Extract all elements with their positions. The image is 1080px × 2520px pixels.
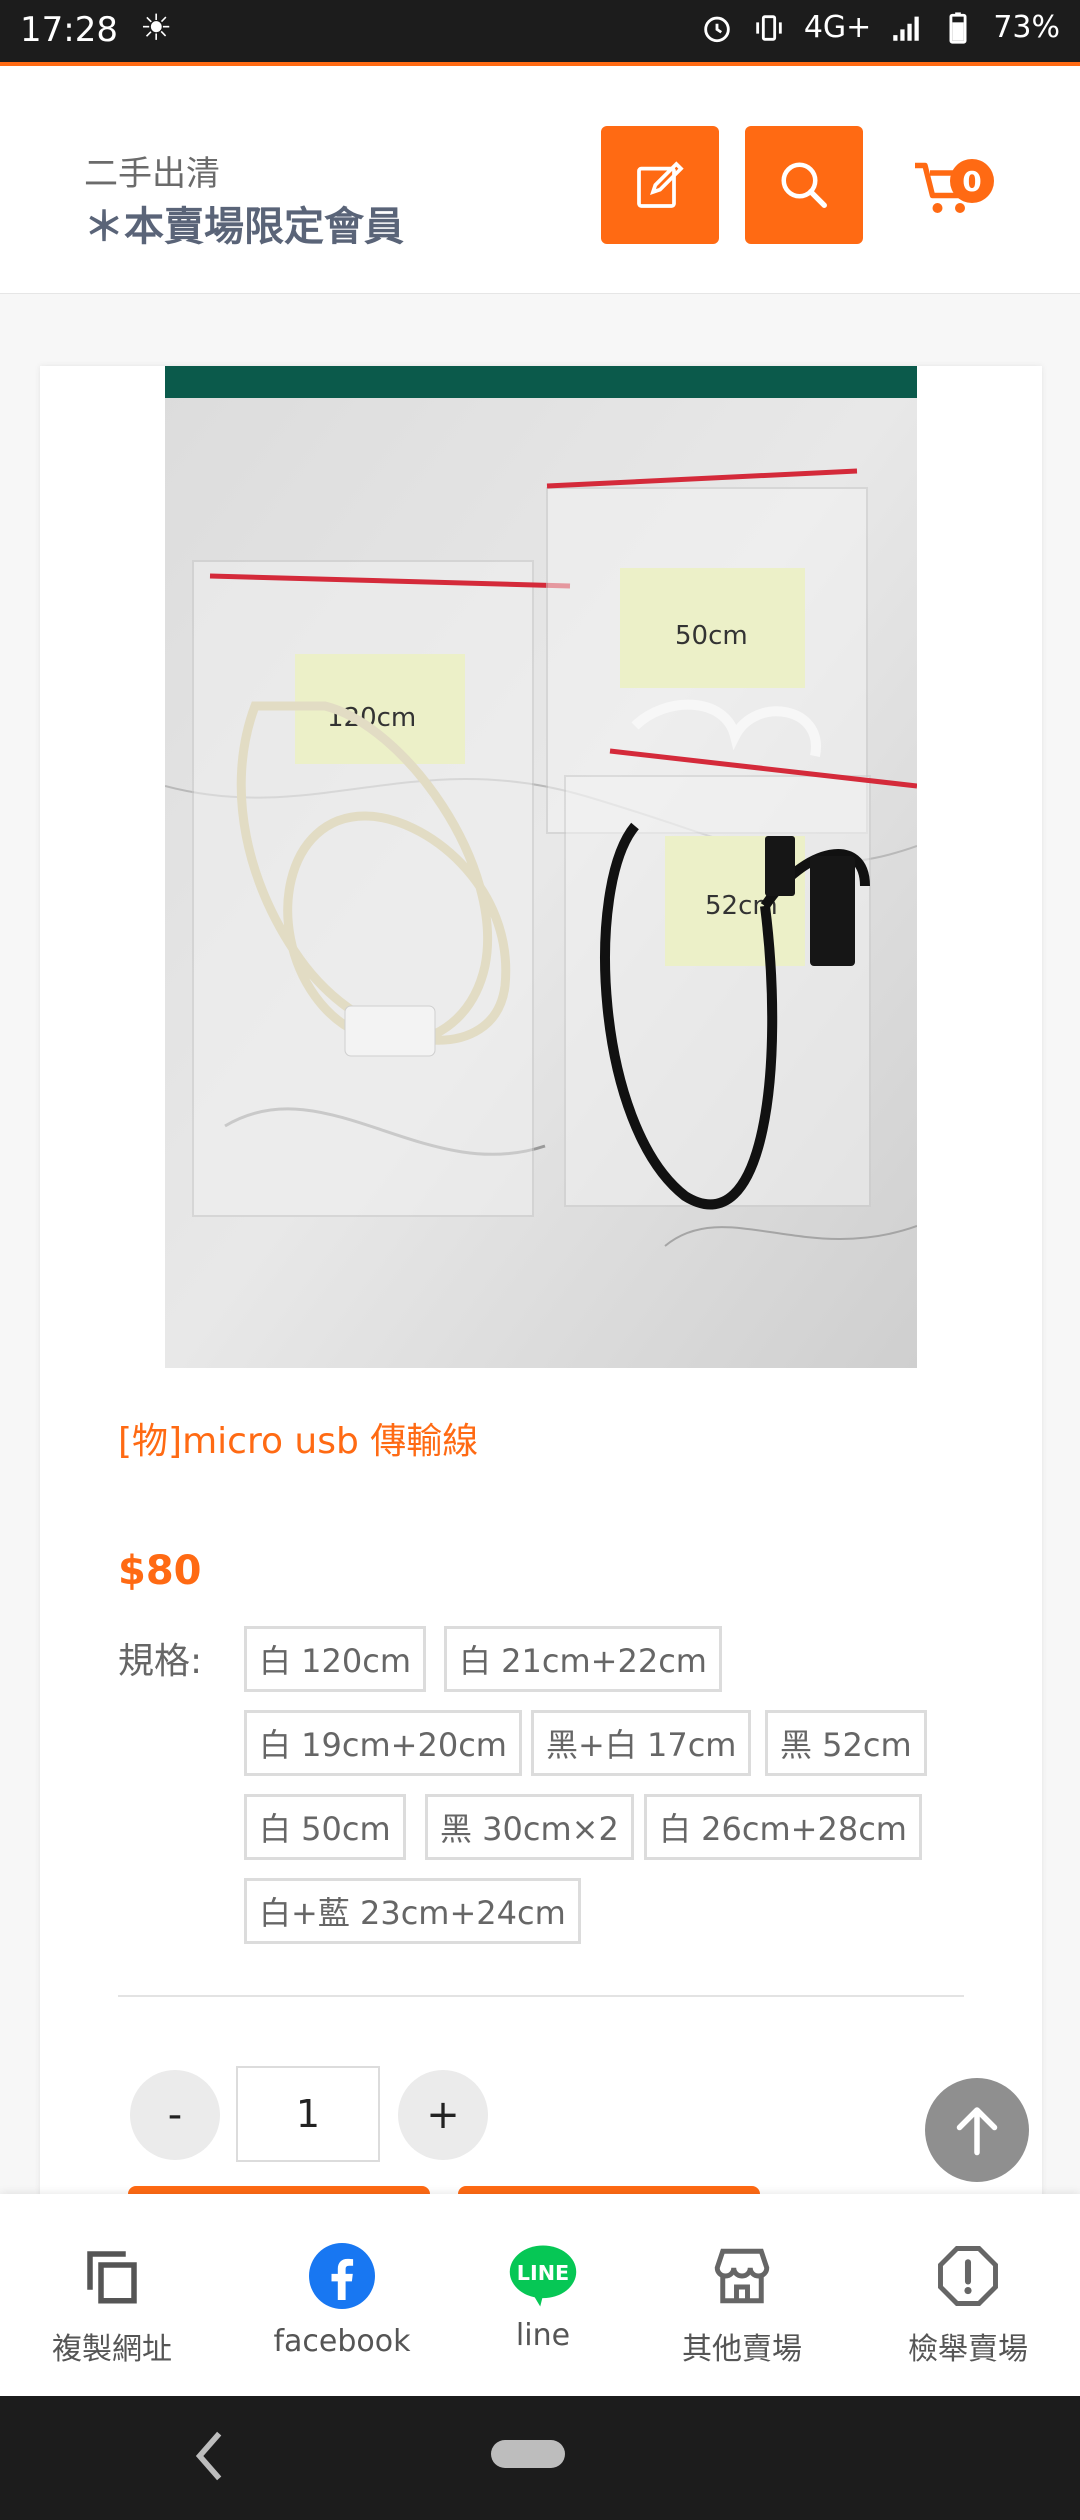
vibrate-icon bbox=[756, 14, 782, 41]
shop-subtitle: 二手出清 bbox=[84, 154, 220, 194]
battery-icon bbox=[949, 11, 967, 44]
line-icon: LINE bbox=[509, 2245, 577, 2307]
copy-icon bbox=[87, 2251, 137, 2304]
cart-count-badge: 0 bbox=[950, 159, 994, 203]
edit-button[interactable] bbox=[601, 126, 719, 244]
nav-line-label: line bbox=[515, 2318, 571, 2353]
nav-other-stores[interactable]: 其他賣場 bbox=[634, 2194, 850, 2396]
nav-copy-url[interactable]: 複製網址 bbox=[4, 2194, 220, 2396]
nav-line[interactable]: LINE line bbox=[435, 2194, 651, 2396]
quantity-minus-button[interactable]: - bbox=[130, 2070, 220, 2160]
spec-option[interactable]: 白 50cm bbox=[244, 1794, 406, 1860]
spec-option[interactable]: 黑 30cm×2 bbox=[425, 1794, 634, 1860]
facebook-icon bbox=[309, 2243, 375, 2309]
spec-option[interactable]: 黑 52cm bbox=[765, 1710, 927, 1776]
spec-option[interactable]: 白 19cm+20cm bbox=[244, 1710, 522, 1776]
signal-icon bbox=[893, 16, 920, 41]
photo-note-50cm: 50cm bbox=[675, 621, 748, 651]
spec-option[interactable]: 黑+白 17cm bbox=[531, 1710, 752, 1776]
product-title[interactable]: [物]micro usb 傳輸線 bbox=[118, 1412, 478, 1464]
scroll-to-top-button[interactable] bbox=[925, 2078, 1029, 2182]
product-photo[interactable]: 120cm 50cm 52cm bbox=[165, 366, 917, 1368]
divider bbox=[118, 1995, 964, 1997]
status-time: 17:28 bbox=[20, 10, 118, 50]
brightness-icon: ☀ bbox=[140, 8, 173, 49]
nav-facebook-label: facebook bbox=[273, 2324, 411, 2359]
product-price: $80 bbox=[118, 1548, 202, 1594]
arrow-up-icon bbox=[956, 2107, 998, 2156]
nav-report-store-label: 檢舉賣場 bbox=[908, 2332, 1028, 2367]
network-type: 4G+ bbox=[803, 10, 872, 45]
home-button[interactable] bbox=[491, 2440, 565, 2468]
shop-name: ＊本賣場限定會員 bbox=[84, 204, 404, 250]
store-icon bbox=[714, 2248, 770, 2304]
search-button[interactable] bbox=[745, 126, 863, 244]
status-bar: 17:28 ☀ 4G+ 73% bbox=[0, 0, 1080, 62]
nav-facebook[interactable]: facebook bbox=[234, 2194, 450, 2396]
back-icon[interactable] bbox=[190, 2428, 226, 2484]
quantity-plus-button[interactable]: + bbox=[398, 2070, 488, 2160]
spec-option[interactable]: 白 26cm+28cm bbox=[644, 1794, 922, 1860]
bottom-nav: 複製網址 facebook LINE line 其他賣場 檢舉賣場 bbox=[0, 2194, 1080, 2396]
report-icon bbox=[938, 2246, 998, 2306]
spec-option[interactable]: 白 120cm bbox=[244, 1626, 427, 1692]
nav-report-store[interactable]: 檢舉賣場 bbox=[860, 2194, 1076, 2396]
line-badge-text: LINE bbox=[517, 2261, 569, 2285]
nav-copy-url-label: 複製網址 bbox=[52, 2332, 172, 2367]
alarm-icon bbox=[704, 16, 730, 42]
edit-icon bbox=[637, 161, 684, 208]
nav-other-stores-label: 其他賣場 bbox=[682, 2332, 802, 2367]
shop-header: 二手出清 ＊本賣場限定會員 0 bbox=[0, 66, 1080, 294]
spec-label: 規格: bbox=[118, 1641, 203, 1682]
search-icon bbox=[781, 162, 827, 208]
quantity-input[interactable]: 1 bbox=[236, 2066, 380, 2162]
spec-option[interactable]: 白 21cm+22cm bbox=[444, 1626, 722, 1692]
battery-percent: 73% bbox=[993, 10, 1060, 45]
spec-option[interactable]: 白+藍 23cm+24cm bbox=[244, 1878, 581, 1944]
